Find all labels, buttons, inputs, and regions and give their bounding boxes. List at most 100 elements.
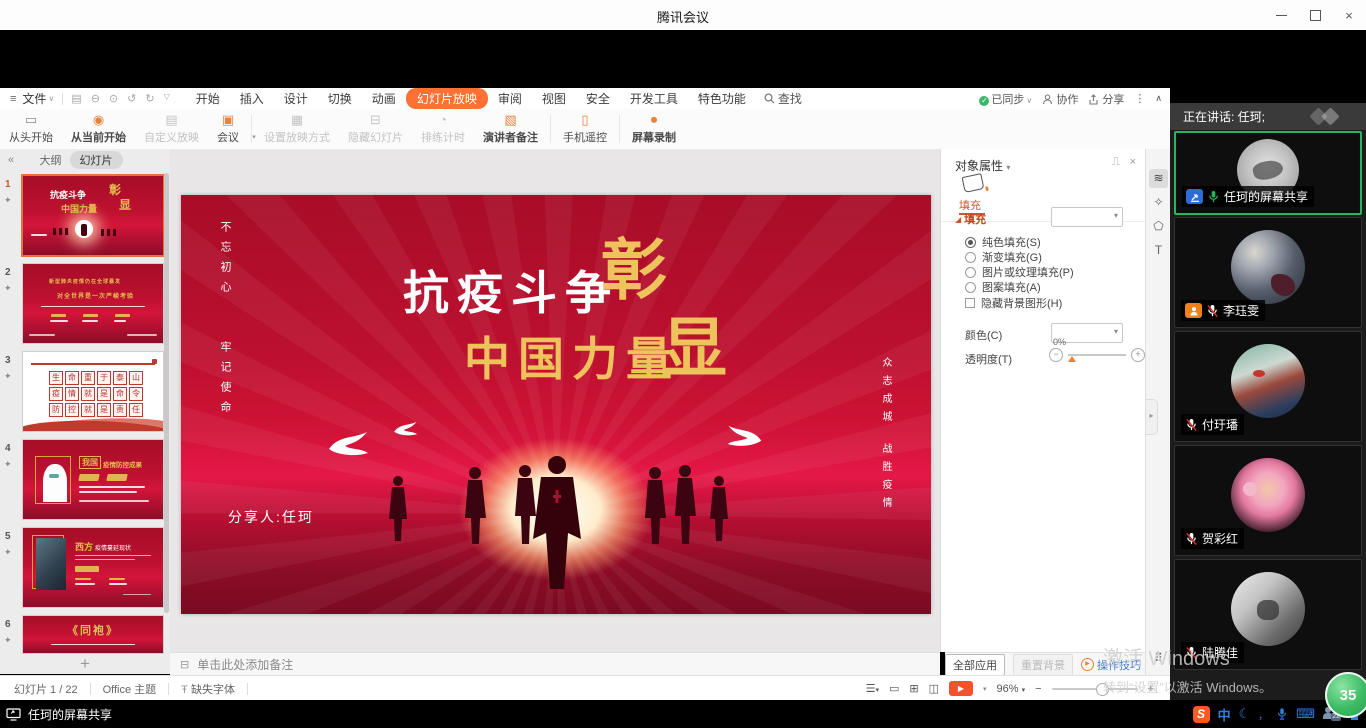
tab-outline[interactable]: 大纲 — [40, 152, 62, 168]
slideshow-play-button[interactable]: ▶ — [949, 681, 973, 696]
fill-section-header[interactable]: ◢填充 — [955, 211, 986, 227]
file-menu[interactable]: 文件 — [22, 90, 46, 107]
radio-solid-fill[interactable]: 纯色填充(S) — [965, 234, 1041, 250]
zoom-in-icon[interactable]: + — [1148, 683, 1154, 695]
shapes-icon[interactable]: ⬠ — [1149, 217, 1168, 236]
sogou-icon[interactable]: S — [1193, 706, 1210, 723]
thumb1-figure — [81, 224, 87, 236]
preview-icon[interactable]: ⊙ — [109, 92, 118, 105]
text-tool-icon[interactable]: T — [1149, 241, 1168, 260]
pin-icon[interactable]: ⎍ — [1112, 156, 1120, 169]
collab-button[interactable]: 协作 — [1042, 91, 1078, 107]
layout-grid-icon[interactable]: ⠿ — [1149, 649, 1168, 668]
ribbon-meeting[interactable]: ▣会议▾ — [208, 110, 248, 148]
ime-chinese-indicator[interactable]: 中 — [1218, 705, 1231, 724]
tab-slideshow[interactable]: 幻灯片放映 — [406, 88, 488, 109]
alpha-slider[interactable]: − + — [1049, 348, 1145, 362]
minus-icon[interactable]: − — [1049, 348, 1063, 362]
sorter-view-icon[interactable]: ⊞ — [909, 682, 918, 695]
zoom-level[interactable]: 96% ▾ — [997, 683, 1026, 695]
participant-count-badge[interactable]: 35 — [1325, 672, 1366, 718]
close-button[interactable]: × — [1332, 0, 1366, 30]
checkbox-hide-background[interactable]: 隐藏背景图形(H) — [965, 295, 1062, 311]
taskbar-share-item[interactable]: 任珂的屏幕共享 — [6, 700, 112, 728]
save-icon[interactable]: ▤ — [71, 92, 81, 105]
participant-tile[interactable]: 付玗璠 — [1174, 331, 1362, 442]
tab-design[interactable]: 设计 — [274, 88, 318, 109]
ribbon-phone-remote[interactable]: ▯手机遥控 — [554, 110, 616, 148]
fill-preset-combobox[interactable] — [1051, 207, 1123, 227]
participant-tile[interactable]: 陆腾佳 — [1174, 559, 1362, 670]
add-slide-button[interactable]: + — [0, 654, 170, 674]
plus-icon[interactable]: + — [1131, 348, 1145, 362]
notes-bar[interactable]: ⊟ 单击此处添加备注 — [170, 652, 940, 676]
tab-transition[interactable]: 切换 — [318, 88, 362, 109]
effects-star-icon[interactable]: ✧ — [1149, 193, 1168, 212]
tab-features[interactable]: 特色功能 — [688, 88, 756, 109]
thumbnail-slide-1[interactable]: 抗疫斗争 彰 中国力量 显 — [21, 174, 165, 257]
radio-gradient-fill[interactable]: 渐变填充(G) — [965, 249, 1042, 265]
slide-canvas: 不忘初心 牢记使命 抗疫斗争 彰 中国力量 显 — [170, 149, 940, 652]
collapse-ribbon-icon[interactable]: ∧ — [1155, 93, 1162, 104]
status-menu-icon[interactable]: ☰▾ — [866, 682, 879, 695]
screen-share-icon — [6, 708, 21, 721]
properties-icon[interactable]: ≋ — [1149, 169, 1168, 188]
read-view-icon[interactable]: ◫ — [929, 682, 939, 695]
thumbnail-slide-3[interactable]: 生命重于泰山 疫情就是命令 防控就是责任 — [22, 351, 164, 432]
tab-security[interactable]: 安全 — [576, 88, 620, 109]
thumbnail-slide-6[interactable]: 《同袍》 — [22, 615, 164, 654]
radio-picture-fill[interactable]: 图片或纹理填充(P) — [965, 264, 1074, 280]
participant-tile[interactable]: 贺彩红 — [1174, 445, 1362, 556]
participant-tile[interactable]: 李珏雯 — [1174, 217, 1362, 328]
ribbon-screen-record[interactable]: ⏺屏幕录制 — [623, 110, 685, 148]
tips-link[interactable]: ▶ 操作技巧 — [1081, 657, 1141, 673]
panel-collapse-handle[interactable]: ▸ — [1145, 399, 1158, 435]
apply-all-button[interactable]: 全部应用 — [945, 654, 1005, 676]
normal-view-icon[interactable]: ▭ — [889, 682, 899, 695]
thumbnail-scrollbar[interactable] — [164, 173, 169, 613]
moon-icon[interactable]: ☾ — [1239, 706, 1251, 722]
tab-devtools[interactable]: 开发工具 — [620, 88, 688, 109]
undo-icon[interactable]: ↺ — [127, 92, 136, 105]
hamburger-icon[interactable]: ≡ — [10, 93, 16, 105]
thumbnail-slide-2[interactable]: 新型肺炎疫情仍在全球暴发 对全世界是一次严峻考验 — [22, 263, 164, 344]
zoom-knob[interactable] — [1096, 683, 1109, 696]
sync-status[interactable]: ✓已同步∨ — [979, 91, 1032, 107]
ribbon-speaker-notes[interactable]: ▧演讲者备注 — [474, 110, 547, 148]
close-panel-icon[interactable]: × — [1130, 156, 1136, 169]
theme-name[interactable]: Office 主题 — [103, 681, 157, 697]
minimize-button[interactable] — [1264, 0, 1298, 30]
ribbon-from-current[interactable]: ◉从当前开始 — [62, 110, 135, 148]
maximize-button[interactable] — [1298, 0, 1332, 30]
find-button[interactable]: 查找 — [764, 90, 802, 107]
participant-tile-sharer[interactable]: 任珂的屏幕共享 — [1174, 131, 1362, 215]
radio-pattern-fill[interactable]: 图案填充(A) — [965, 279, 1041, 295]
keyboard-icon[interactable]: ⌨ — [1296, 706, 1315, 722]
print-icon[interactable]: ⊖ — [91, 92, 100, 105]
play-caret-icon[interactable]: ▾ — [983, 685, 987, 693]
tab-animation[interactable]: 动画 — [362, 88, 406, 109]
tab-slides[interactable]: 幻灯片 — [70, 151, 123, 169]
reset-background-button[interactable]: 重置背景 — [1013, 654, 1073, 676]
more-tools-icon[interactable]: ▽ — [164, 92, 170, 105]
tab-review[interactable]: 审阅 — [488, 88, 532, 109]
mic-tray-icon[interactable] — [1276, 707, 1288, 721]
thumbnail-slide-4[interactable]: 我国 疫情防控成果 — [22, 439, 164, 520]
screen-share-badge-icon — [1186, 189, 1203, 204]
current-slide[interactable]: 不忘初心 牢记使命 抗疫斗争 彰 中国力量 显 — [181, 195, 931, 614]
zoom-slider[interactable] — [1052, 688, 1138, 690]
ribbon-from-beginning[interactable]: ▭从头开始 — [0, 110, 62, 148]
missing-font-warning[interactable]: Ŧ 缺失字体 — [181, 681, 235, 697]
zoom-out-icon[interactable]: − — [1035, 683, 1041, 695]
tab-home[interactable]: 开始 — [186, 88, 230, 109]
redo-icon[interactable]: ↻ — [145, 92, 154, 105]
more-menu-icon[interactable]: ⋮ — [1134, 92, 1145, 105]
slider-thumb[interactable] — [1068, 356, 1076, 362]
tab-view[interactable]: 视图 — [532, 88, 576, 109]
tab-insert[interactable]: 插入 — [230, 88, 274, 109]
thumbnail-slide-5[interactable]: 西方 疫情蔓延现状 — [22, 527, 164, 608]
meeting-logo-icon — [1304, 108, 1348, 125]
punctuation-indicator[interactable]: ， — [1258, 707, 1268, 722]
share-button[interactable]: 分享 — [1088, 91, 1124, 107]
ribbon-rehearse: ◔排练计时 — [412, 110, 474, 148]
